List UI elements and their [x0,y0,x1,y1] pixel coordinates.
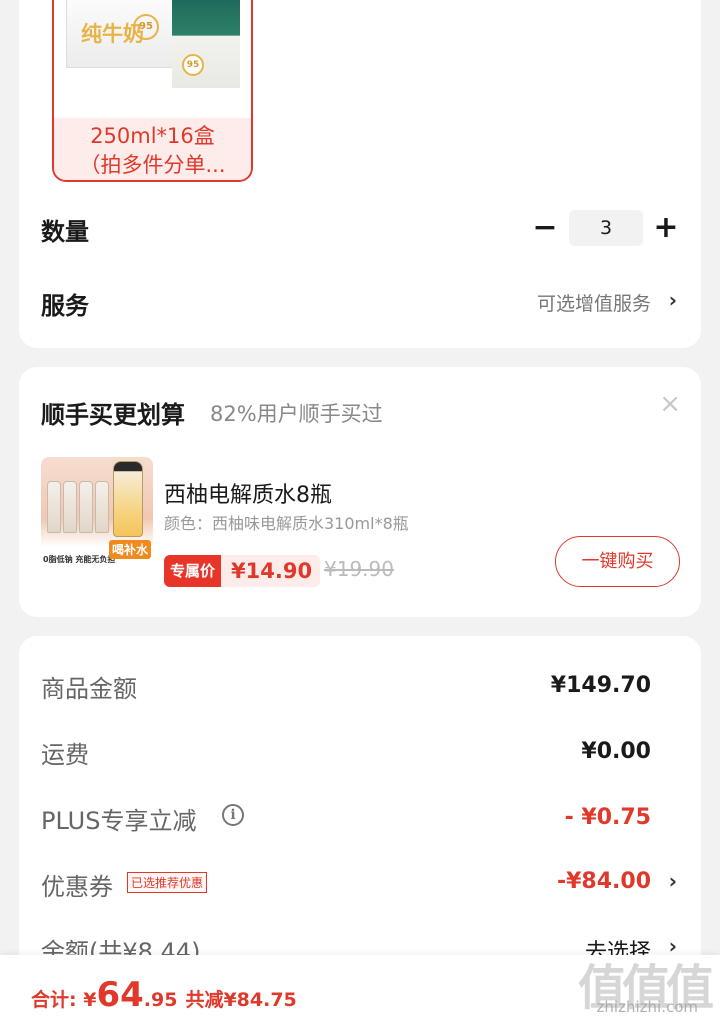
recommended-product-variant: 颜色：西柚味电解质水310ml*8瓶 [164,514,409,533]
total-decimal: .95 [143,989,178,1011]
info-icon[interactable]: i [222,804,244,826]
milk-box-green-image: 95 [172,0,240,88]
recommendation-subtitle: 82%用户顺手买过 [210,402,383,426]
exclusive-price-label: 专属价 [164,555,222,587]
order-detail-card: 纯牛奶 95 95 250ml*16盒 （拍多件分单... 数量 − 3 + 服… [19,0,701,348]
recommended-price: ¥14.90 [231,559,313,583]
recommendation-card: 顺手买更划算 82%用户顺手买过 × 0脂低钠 充能无负担 喝补水 西柚电解质水… [19,367,701,617]
bottle-shape [79,481,93,533]
sku-option-selected[interactable]: 纯牛奶 95 95 250ml*16盒 （拍多件分单... [52,0,253,182]
total-currency: ¥ [83,989,97,1011]
quantity-label: 数量 [41,218,89,246]
recommendation-title: 顺手买更划算 [41,401,185,429]
image-tagline: 0脂低钠 充能无负担 [43,555,116,564]
sku-label-line2: （拍多件分单... [79,153,226,177]
milk-box-image: 纯牛奶 95 [66,0,178,68]
goods-amount-value: ¥149.70 [550,673,651,698]
quantity-plus-button[interactable]: + [651,213,681,244]
recommended-product-image[interactable]: 0脂低钠 充能无负担 喝补水 [41,457,153,569]
shipping-value: ¥0.00 [581,739,651,764]
exclusive-price-tag: 专属价 ¥14.90 [164,555,321,587]
one-click-buy-button[interactable]: 一键购买 [555,536,680,587]
sku-product-image: 纯牛奶 95 95 [54,0,251,118]
image-tag: 喝补水 [108,540,151,559]
chevron-right-icon[interactable]: › [669,288,677,312]
goods-amount-label: 商品金额 [41,675,137,703]
service-label: 服务 [41,292,89,320]
recommended-product-name[interactable]: 西柚电解质水8瓶 [164,477,332,509]
watermark-text: zhizhizhi.com [596,998,698,1016]
close-icon[interactable]: × [659,389,681,419]
total-label: 合计: [31,989,84,1011]
original-price: ¥19.90 [324,557,394,581]
badge-95-small: 95 [182,54,204,76]
bottle-shape-large [113,461,143,537]
total-saving: 共减¥84.75 [185,989,297,1011]
plus-discount-value: - ¥0.75 [564,805,651,830]
bottle-shape [63,481,77,533]
coupon-value[interactable]: -¥84.00 [557,869,651,894]
bottle-shape [47,481,61,533]
shipping-label: 运费 [41,741,89,769]
quantity-value[interactable]: 3 [569,210,643,246]
sku-label-line1: 250ml*16盒 [90,124,215,148]
bottle-shape [95,481,109,533]
badge-95: 95 [133,14,159,40]
coupon-label: 优惠券 [41,873,113,901]
total-amount: 合计: ¥64.95 共减¥84.75 [31,975,297,1015]
plus-discount-label: PLUS专享立减 [41,807,197,835]
sku-label: 250ml*16盒 （拍多件分单... [54,118,251,180]
total-integer: 64 [96,975,144,1015]
service-value[interactable]: 可选增值服务 [537,289,651,316]
chevron-right-icon[interactable]: › [669,869,677,893]
quantity-minus-button[interactable]: − [530,213,560,244]
coupon-badge: 已选推荐优惠 [127,872,208,893]
